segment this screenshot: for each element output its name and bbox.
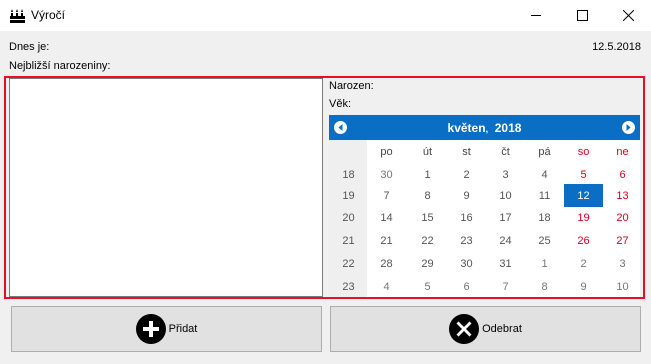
birthday-cake-icon [10, 9, 25, 23]
week-number: 18 [342, 168, 355, 181]
calendar-day[interactable]: 14 [367, 206, 406, 229]
today-value: 12.5.2018 [592, 41, 641, 53]
maximize-icon [576, 10, 588, 21]
calendar-day[interactable]: 16 [447, 206, 486, 229]
month-name: květen [447, 121, 486, 135]
age-label: Věk: [329, 98, 352, 110]
year-value: 2018 [494, 121, 522, 135]
calendar-day[interactable]: 2 [564, 252, 603, 275]
born-label: Narozen: [329, 80, 374, 92]
day-header: ne [616, 145, 629, 158]
calendar-day[interactable]: 10 [486, 184, 525, 207]
calendar-day[interactable]: 13 [603, 184, 642, 207]
calendar-day[interactable]: 17 [486, 206, 525, 229]
close-icon [622, 10, 634, 21]
calendar-day[interactable]: 19 [564, 206, 603, 229]
day-header: pá [538, 145, 551, 158]
week-number: 20 [342, 211, 355, 224]
calendar-day[interactable]: 4 [525, 163, 564, 186]
calendar-day[interactable]: 28 [367, 252, 406, 275]
calendar-day[interactable]: 9 [447, 184, 486, 207]
calendar-day[interactable]: 4 [367, 275, 406, 298]
calendar-day[interactable]: 5 [564, 163, 603, 186]
calendar-day[interactable]: 29 [408, 252, 447, 275]
calendar-day[interactable]: 8 [408, 184, 447, 207]
plus-circle-icon [135, 314, 166, 344]
calendar-day[interactable]: 25 [525, 229, 564, 252]
nearest-birthday-label: Nejbližší narozeniny: [9, 60, 111, 72]
calendar-day[interactable]: 3 [603, 252, 642, 275]
calendar-day[interactable]: 18 [525, 206, 564, 229]
calendar-day[interactable]: 27 [603, 229, 642, 252]
week-number: 23 [342, 280, 355, 293]
next-month-button[interactable] [622, 121, 635, 134]
calendar-day[interactable]: 5 [408, 275, 447, 298]
calendar-day[interactable]: 1 [408, 163, 447, 186]
calendar-day[interactable]: 31 [486, 252, 525, 275]
calendar-day[interactable]: 9 [564, 275, 603, 298]
calendar-day[interactable]: 1 [525, 252, 564, 275]
week-number: 22 [342, 257, 355, 270]
close-button[interactable] [605, 0, 651, 31]
maximize-button[interactable] [559, 0, 605, 31]
calendar-day-selected[interactable]: 12 [564, 184, 603, 207]
calendar-day[interactable]: 6 [603, 163, 642, 186]
calendar-day[interactable]: 11 [525, 184, 564, 207]
window-title: Výročí [31, 8, 66, 22]
calendar-day[interactable]: 6 [447, 275, 486, 298]
calendar-day[interactable]: 2 [447, 163, 486, 186]
calendar-day[interactable]: 24 [486, 229, 525, 252]
calendar-day[interactable]: 21 [367, 229, 406, 252]
calendar-day[interactable]: 15 [408, 206, 447, 229]
title-bar: Výročí [0, 0, 651, 31]
day-header: st [462, 145, 471, 158]
calendar-day[interactable]: 30 [367, 163, 406, 186]
week-number: 21 [342, 234, 355, 247]
calendar-day[interactable]: 3 [486, 163, 525, 186]
calendar-day[interactable]: 26 [564, 229, 603, 252]
calendar-day[interactable]: 7 [367, 184, 406, 207]
arrow-right-icon [626, 124, 631, 131]
minimize-icon [530, 15, 541, 16]
calendar-day[interactable]: 30 [447, 252, 486, 275]
calendar-day[interactable]: 8 [525, 275, 564, 298]
calendar-day[interactable]: 7 [486, 275, 525, 298]
birthday-list[interactable] [9, 78, 323, 297]
day-header: po [380, 145, 393, 158]
remove-button-label: Odebrat [482, 323, 522, 335]
today-label: Dnes je: [9, 41, 50, 53]
month-year-label[interactable]: květen, 2018 [329, 121, 640, 135]
calendar-day[interactable]: 23 [447, 229, 486, 252]
calendar-day[interactable]: 10 [603, 275, 642, 298]
calendar-header: květen, 2018 [329, 115, 640, 140]
add-button-label: Přidat [168, 323, 198, 335]
day-header: so [577, 145, 590, 158]
calendar-day[interactable]: 20 [603, 206, 642, 229]
month-dropdown-mark: , [485, 124, 489, 134]
day-header: út [422, 145, 433, 158]
minimize-button[interactable] [513, 0, 559, 31]
day-header: čt [501, 145, 510, 158]
add-button[interactable]: Přidat [11, 306, 322, 352]
calendar-grid: po út st čt pá so ne 18 30 1 2 3 4 5 6 19 7 8 9 10 11 12 13 20 1… [329, 140, 640, 297]
remove-button[interactable]: Odebrat [330, 306, 641, 352]
calendar-day[interactable]: 22 [408, 229, 447, 252]
week-number: 19 [342, 189, 355, 202]
x-circle-icon [449, 314, 480, 344]
